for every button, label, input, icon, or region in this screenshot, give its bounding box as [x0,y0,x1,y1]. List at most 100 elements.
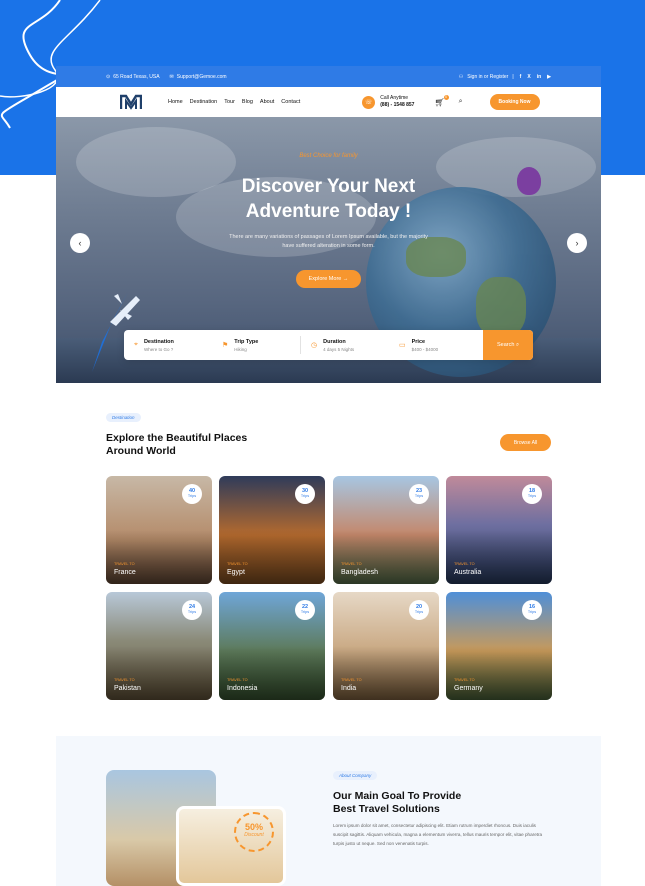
chevron-right-icon: › [575,238,579,248]
nav-item-home[interactable]: Home [168,99,183,105]
travel-to-label: TRAVEL TO [114,678,135,682]
wallet-icon: ▭ [399,342,406,349]
travel-to-label: TRAVEL TO [227,678,248,682]
separator: | [512,73,514,80]
browse-all-button[interactable]: Browse All [500,434,551,451]
explore-more-button[interactable]: Explore More → [296,270,361,288]
country-name: Germany [454,685,483,692]
travel-to-label: TRAVEL TO [227,562,248,566]
duration-value: 4 days 5 Nights [323,346,355,352]
destination-label: Destination [143,338,174,345]
slider-prev-button[interactable]: ‹ [70,233,90,253]
country-name: Pakistan [114,685,141,692]
trips-label: Trips [527,610,537,614]
destination-card-pakistan[interactable]: 24 Trips TRAVEL TO Pakistan [106,592,212,700]
nav-item-tour[interactable]: Tour [224,99,235,105]
backpacker-photo [176,806,286,886]
destinations-title-line-2: Around World [106,444,176,457]
duration-field[interactable]: ◷ Duration 4 days 5 Nights [301,339,389,352]
facebook-icon[interactable]: f [520,74,522,80]
slider-next-button[interactable]: › [567,233,587,253]
destination-card-egypt[interactable]: 30 Trips TRAVEL TO Egypt [219,476,325,584]
destination-card-bangladesh[interactable]: 23 Trips TRAVEL TO Bangladesh [333,476,439,584]
hero-title: Discover Your Next Adventure Today ! [56,174,601,224]
country-name: Indonesia [227,685,258,692]
hero-title-line-2: Adventure Today ! [245,201,412,222]
youtube-icon[interactable]: ▶ [547,74,551,80]
destination-card-germany[interactable]: 16 Trips TRAVEL TO Germany [446,592,552,700]
nav-item-destination[interactable]: Destination [190,99,218,105]
hero-tagline: Best Choice for family [299,153,358,159]
mail-icon: ✉ [169,73,174,80]
search-icon: ⌕ [515,341,520,348]
travel-to-label: TRAVEL TO [341,678,362,682]
price-field[interactable]: ▭ Price $400 - $4000 [389,339,477,352]
destination-value: Where to Go ? [143,346,174,352]
trips-badge: 18 Trips [522,484,542,504]
location-pin-icon: ⌖ [134,341,138,348]
trip-search-form: ⌖ Destination Where to Go ? ⚑ Trip Type Hi… [124,330,533,360]
trip-type-field[interactable]: ⚑ Trip Type Hiking [212,339,300,352]
trips-badge: 23 Trips [409,484,429,504]
user-icon: ⚇ [458,73,464,80]
destinations-title: Explore the Beautiful Places Around Worl… [106,432,247,457]
destination-field[interactable]: ⌖ Destination Where to Go ? [124,339,212,352]
destinations-title-line-1: Explore the Beautiful Places [106,432,248,444]
country-name: France [114,569,136,576]
nav-menu: Home Destination Tour Blog About Contact [168,99,300,105]
top-info-bar: ⊙ 65 Road Texas, USA ✉ Support@Gemoe.com ⚇… [56,66,601,87]
address-info: ⊙ 65 Road Texas, USA [106,74,160,80]
trips-badge: 24 Trips [182,600,202,620]
brand-logo[interactable] [120,94,142,110]
nav-item-contact[interactable]: Contact [281,99,300,105]
trips-label: Trips [414,494,424,498]
page: ⊙ 65 Road Texas, USA ✉ Support@Gemoe.com ⚇… [0,0,645,886]
search-button-label: Search [496,342,515,348]
address-text: 65 Road Texas, USA [113,73,160,80]
about-title-line-2: Best Travel Solutions [333,802,440,815]
hero-title-line-1: Discover Your Next [241,176,416,197]
trips-badge: 20 Trips [409,600,429,620]
trips-label: Trips [300,494,310,498]
hiking-icon: ⚑ [222,342,229,349]
travel-to-label: TRAVEL TO [341,562,362,566]
discount-stamp: 50% Discount [234,812,274,852]
destination-card-india[interactable]: 20 Trips TRAVEL TO India [333,592,439,700]
call-number: (88) - 1548 857 [380,102,415,108]
signin-link[interactable]: Sign in or Register [467,74,508,80]
email-text: Support@Gemoe.com [176,73,227,80]
price-value: $400 - $4000 [411,346,439,352]
destination-card-indonesia[interactable]: 22 Trips TRAVEL TO Indonesia [219,592,325,700]
chevron-left-icon: ‹ [78,238,82,248]
travel-to-label: TRAVEL TO [454,562,475,566]
trips-label: Trips [187,610,197,614]
nav-item-about[interactable]: About [260,99,274,105]
search-icon[interactable]: ⌕ [459,98,463,106]
trips-badge: 30 Trips [295,484,315,504]
trips-label: Trips [414,610,424,614]
country-name: Australia [454,569,482,576]
duration-label: Duration [323,338,346,345]
nav-item-blog[interactable]: Blog [242,99,253,105]
headset-icon: ☏ [362,95,376,109]
x-icon[interactable]: X [527,74,530,80]
location-icon: ⊙ [106,73,111,80]
website-preview: ⊙ 65 Road Texas, USA ✉ Support@Gemoe.com ⚇… [56,66,601,886]
trips-badge: 16 Trips [522,600,542,620]
country-name: India [341,685,357,692]
booking-now-button[interactable]: Booking Now [489,94,540,110]
clock-icon: ◷ [311,342,318,349]
trip-type-label: Trip Type [234,338,259,345]
country-name: Bangladesh [341,569,378,576]
travel-to-label: TRAVEL TO [454,678,475,682]
destination-card-france[interactable]: 40 Trips TRAVEL TO France [106,476,212,584]
email-info[interactable]: ✉ Support@Gemoe.com [170,74,227,80]
linkedin-icon[interactable]: in [537,74,541,80]
destination-card-australia[interactable]: 18 Trips TRAVEL TO Australia [446,476,552,584]
search-button[interactable]: Search ⌕ [483,330,533,360]
discount-value: 50% [244,822,263,832]
cart-icon[interactable]: 🛒︎ 0 [434,94,449,107]
trips-label: Trips [300,610,310,614]
call-label: Call Anytime [380,95,409,101]
call-box[interactable]: ☏ Call Anytime (88) - 1548 857 [362,95,414,109]
